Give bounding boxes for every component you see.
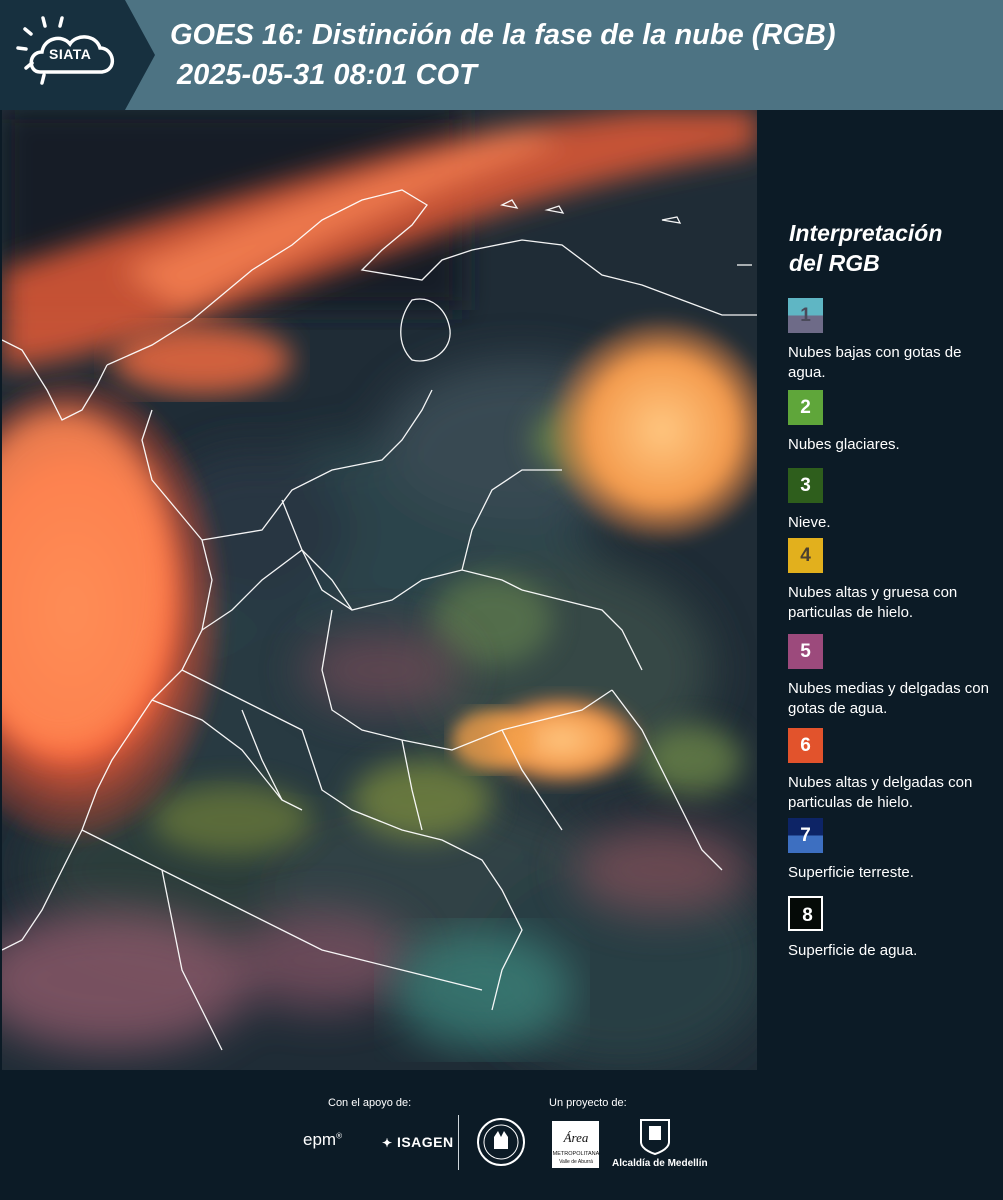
- legend-title: Interpretación del RGB: [789, 218, 942, 278]
- legend-swatch-number: 7: [800, 825, 811, 846]
- legend-swatch-number: 8: [802, 905, 813, 926]
- support-label: Con el apoyo de:: [328, 1097, 412, 1109]
- legend-swatch-number: 3: [800, 475, 811, 496]
- legend-swatch: 6: [788, 728, 823, 763]
- legend-label: Nubes altas y delgadas con particulas de…: [788, 774, 973, 811]
- alcaldia-shield-icon: [640, 1119, 670, 1156]
- legend-label: Nubes altas y gruesa con particulas de h…: [788, 584, 958, 621]
- svg-text:Área: Área: [563, 1130, 589, 1145]
- legend-swatch: 7: [788, 818, 823, 853]
- project-label: Un proyecto de:: [549, 1097, 627, 1109]
- legend-panel: Interpretación del RGB 1 Nubes bajas con …: [760, 110, 1003, 1070]
- legend-swatch: 8: [788, 896, 823, 931]
- legend-label: Nubes glaciares.: [788, 436, 900, 453]
- legend-swatch-number: 4: [800, 545, 811, 566]
- legend-swatch: 5: [788, 634, 823, 669]
- page-title: GOES 16: Distinción de la fase de la nub…: [170, 19, 836, 51]
- svg-text:METROPOLITANA: METROPOLITANA: [553, 1151, 600, 1157]
- epm-logo-text: epm: [303, 1130, 337, 1149]
- legend-title-line2: del RGB: [789, 250, 880, 276]
- isagen-mark-icon: ✦: [382, 1136, 393, 1150]
- footer-sponsors: Con el apoyo de: Un proyecto de: epm® ✦ …: [0, 1070, 1003, 1200]
- legend-title-line1: Interpretación: [789, 220, 943, 246]
- header-bar: SIATA GOES 16: Distinción de la fase de …: [0, 0, 1003, 110]
- legend-label: Superficie de agua.: [788, 942, 918, 959]
- legend-swatch: 4: [788, 538, 823, 573]
- rgb-satellite-image: [2, 110, 757, 1070]
- legend-swatch: 2: [788, 390, 823, 425]
- siata-logo: SIATA: [0, 0, 155, 110]
- legend-label: Superficie terreste.: [788, 864, 914, 881]
- legend-swatch-number: 6: [800, 735, 811, 756]
- satellite-map[interactable]: [2, 110, 757, 1070]
- logo-text: SIATA: [49, 46, 92, 62]
- footer-divider: [458, 1115, 459, 1170]
- legend-label: Nubes bajas con gotas de agua.: [788, 344, 962, 381]
- legend-swatch: 3: [788, 468, 823, 503]
- isagen-logo: ✦ ISAGEN: [382, 1134, 454, 1150]
- legend-swatch-number: 1: [800, 305, 811, 326]
- legend-label: Nubes medias y delgadas con gotas de agu…: [788, 680, 989, 717]
- legend-swatch: 1: [788, 298, 823, 333]
- svg-text:Valle de Aburrá: Valle de Aburrá: [559, 1159, 593, 1165]
- area-metropolitana-logo: Área METROPOLITANA Valle de Aburrá: [552, 1121, 600, 1168]
- legend-swatch-number: 2: [800, 397, 811, 418]
- page-subtitle-timestamp: 2025-05-31 08:01 COT: [177, 59, 477, 91]
- seal-logo-icon: [477, 1118, 525, 1166]
- isagen-logo-text: ISAGEN: [396, 1134, 454, 1150]
- legend-label: Nieve.: [788, 514, 831, 531]
- epm-logo: epm®: [303, 1130, 342, 1149]
- legend-swatch-number: 5: [800, 641, 811, 662]
- alcaldia-text: Alcaldía de Medellín: [612, 1158, 708, 1169]
